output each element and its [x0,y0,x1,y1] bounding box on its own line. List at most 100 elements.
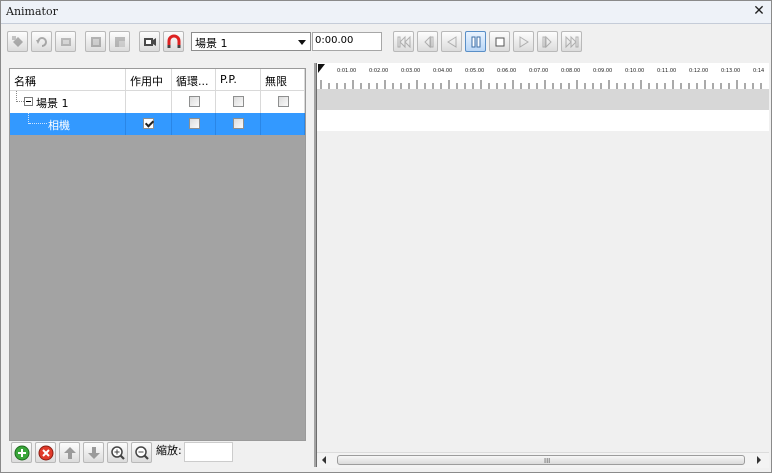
previous-key-icon [423,35,433,48]
camera-pp-checkbox[interactable] [233,118,244,129]
camera-track-row[interactable] [317,110,769,131]
ruler-tick-label: 0:07.00 [529,68,549,74]
close-button[interactable]: ✕ [752,3,766,19]
grip-icon: III [544,457,551,465]
horizontal-scrollbar[interactable]: III [317,452,769,468]
scene-pp-checkbox[interactable] [233,96,244,107]
tree-connector [17,101,24,102]
plus-circle-icon [14,445,29,460]
magnet-button[interactable] [163,31,184,52]
next-frame-button[interactable] [513,31,534,52]
camera-active-checkbox[interactable] [143,118,154,129]
scene-loop-checkbox[interactable] [189,96,200,107]
redo-button[interactable] [55,31,76,52]
scroll-right-icon[interactable] [757,456,761,464]
add-keyframe-icon [11,35,23,47]
delete-circle-icon [38,445,53,460]
tree-connector [29,123,47,124]
magnet-icon [167,34,180,48]
scroll-left-icon[interactable] [322,456,326,464]
skip-to-end-icon [565,35,578,48]
column-pp[interactable]: P.P. [216,69,261,90]
record-b-button[interactable] [109,31,130,52]
next-key-button[interactable] [537,31,558,52]
column-active[interactable]: 作用中 [126,69,172,90]
collapse-icon[interactable] [24,97,33,106]
time-field[interactable]: 0:00.00 [312,32,382,51]
delete-button[interactable] [35,442,56,463]
next-key-icon [542,35,552,48]
track-tree-panel: 名稱 作用中 循環... P.P. 無限 場景 1 相機 [9,68,306,441]
tree-cell-name: 相機 [10,113,126,135]
playhead-icon[interactable] [318,64,325,73]
tree-header: 名稱 作用中 循環... P.P. 無限 [10,69,305,91]
stop-icon [495,37,504,46]
ruler-tick-label: 0:12.00 [689,68,709,74]
camera-view-button[interactable] [139,31,160,52]
camera-icon [143,37,156,46]
ruler-tick-label: 0:14 [753,68,765,74]
first-frame-button[interactable] [393,31,414,52]
toolbar: 場景 1 0:00.00 [1,24,771,60]
play-icon [519,35,529,48]
scene-infinite-checkbox[interactable] [278,96,289,107]
ruler-tick-label: 0:01.00 [337,68,357,74]
scene-track-row[interactable] [317,89,769,110]
move-down-button[interactable] [83,442,104,463]
zoom-out-button[interactable] [131,442,152,463]
pause-icon [471,36,480,47]
ruler-tick-label: 0:06.00 [497,68,517,74]
ruler-tick-label: 0:10.00 [625,68,645,74]
zoom-in-button[interactable] [107,442,128,463]
column-loop[interactable]: 循環... [172,69,216,90]
window-title: Animator [6,5,58,18]
scene-select[interactable]: 場景 1 [191,32,311,51]
undo-icon [35,36,47,47]
camera-loop-checkbox[interactable] [189,118,200,129]
play-backward-icon [446,35,456,48]
redo-icon [60,37,71,46]
record-b-icon [114,36,125,47]
camera-pp-cell [216,113,261,135]
undo-button[interactable] [31,31,52,52]
ruler-tick-label: 0:05.00 [465,68,485,74]
column-name[interactable]: 名稱 [10,69,126,90]
arrow-up-icon [63,446,76,459]
column-infinite[interactable]: 無限 [261,69,305,90]
animator-window: Animator ✕ 場景 1 0:00.00 名稱 作用中 循環... P.P… [0,0,772,473]
tree-row-camera[interactable]: 相機 [10,113,305,135]
zoom-label: 縮放: [156,444,182,457]
scrollbar-thumb[interactable]: III [337,455,745,465]
tree-cell-name: 場景 1 [10,91,126,113]
ruler-tick-label: 0:03.00 [401,68,421,74]
previous-key-button[interactable] [417,31,438,52]
add-button[interactable] [11,442,32,463]
chevron-down-icon [298,40,306,45]
pause-button[interactable] [465,31,486,52]
camera-name: 相機 [48,119,70,132]
zoom-in-icon [110,445,125,460]
scene-name: 場景 1 [36,97,69,110]
scene-select-value: 場景 1 [195,37,228,50]
ruler-tick-label: 0:04.00 [433,68,453,74]
record-a-icon [90,36,101,47]
tree-row-scene[interactable]: 場景 1 [10,91,305,113]
ruler-ticks [320,80,762,89]
ruler-tick-label: 0:08.00 [561,68,581,74]
scene-inf-cell [261,91,305,113]
camera-inf-cell [261,113,305,135]
arrow-down-icon [87,446,100,459]
previous-frame-button[interactable] [441,31,462,52]
scene-loop-cell [172,91,216,113]
stop-button[interactable] [489,31,510,52]
scene-active-cell [126,91,172,113]
record-a-button[interactable] [85,31,106,52]
move-up-button[interactable] [59,442,80,463]
add-keyframe-button[interactable] [7,31,28,52]
scene-pp-cell [216,91,261,113]
ruler-tick-label: 0:11.00 [657,68,677,74]
timeline-panel: 0:01.00 0:02.00 0:03.00 0:04.00 0:05.00 0:06.… [316,63,769,468]
last-frame-button[interactable] [561,31,582,52]
time-ruler[interactable]: 0:01.00 0:02.00 0:03.00 0:04.00 0:05.00 0:06.… [317,63,769,89]
zoom-input[interactable] [184,442,233,462]
